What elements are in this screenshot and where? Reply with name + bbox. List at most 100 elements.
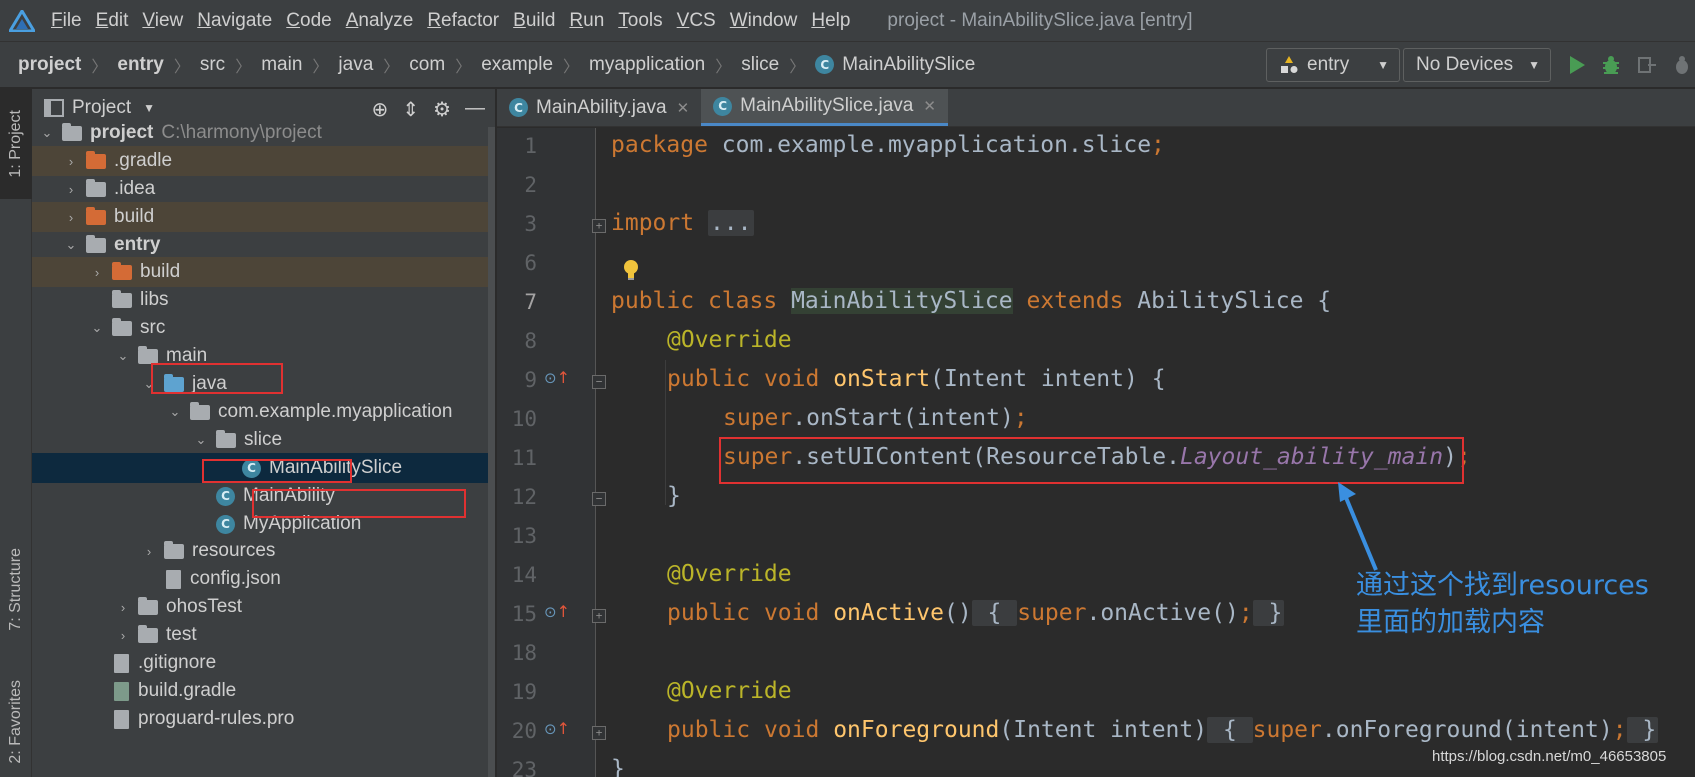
- tree-item-entry[interactable]: ⌄ entry: [32, 230, 495, 260]
- breadcrumb-entry[interactable]: entry: [117, 54, 163, 76]
- code-line-3: import ...: [611, 210, 754, 236]
- tool-tab-project[interactable]: 1: Project: [0, 89, 32, 199]
- chevron-right-icon[interactable]: ›: [140, 544, 158, 559]
- tree-item-build-gradle[interactable]: build.gradle: [32, 676, 495, 706]
- tree-item-src[interactable]: ⌄ src: [32, 313, 495, 343]
- annotation-note: 通过这个找到resources 里面的加载内容: [1356, 567, 1649, 641]
- tree-item-build[interactable]: › build: [32, 202, 495, 232]
- code-class-name: MainAbilitySlice: [791, 288, 1013, 314]
- folder-icon: [86, 150, 106, 169]
- menu-build[interactable]: Build: [506, 10, 562, 32]
- menu-tools[interactable]: Tools: [611, 10, 669, 32]
- class-icon: C: [216, 514, 235, 534]
- close-icon[interactable]: ✕: [923, 97, 936, 115]
- breadcrumb-example[interactable]: example: [481, 54, 553, 76]
- code-punct: ;: [1612, 717, 1627, 743]
- close-icon[interactable]: ✕: [677, 99, 690, 117]
- chevron-right-icon[interactable]: ›: [114, 628, 132, 643]
- menu-refactor[interactable]: Refactor: [420, 10, 506, 32]
- fold-expand-icon[interactable]: +: [592, 726, 606, 740]
- code-keyword: public: [667, 600, 751, 626]
- chevron-down-icon[interactable]: ⌄: [38, 125, 56, 141]
- folded-imports[interactable]: ...: [707, 210, 754, 236]
- device-select[interactable]: No Devices ▼: [1403, 48, 1551, 82]
- breadcrumb-main[interactable]: main: [261, 54, 302, 76]
- tab-mainabilityslice[interactable]: C MainAbilitySlice.java ✕: [701, 89, 948, 126]
- watermark: https://blog.csdn.net/m0_46653805: [1432, 748, 1667, 765]
- fold-end-icon[interactable]: −: [592, 492, 606, 506]
- tool-tab-favorites[interactable]: 2: Favorites: [0, 667, 32, 777]
- breadcrumb-current-class[interactable]: MainAbilitySlice: [842, 54, 975, 76]
- tree-item-slice[interactable]: ⌄ slice: [32, 425, 495, 455]
- tree-item-libs[interactable]: › libs: [32, 285, 495, 315]
- folded-body[interactable]: {: [1207, 717, 1253, 743]
- chevron-down-icon[interactable]: ⌄: [192, 432, 210, 448]
- tool-tab-structure[interactable]: 7: Structure: [0, 529, 32, 649]
- tree-item-idea[interactable]: › .idea: [32, 174, 495, 204]
- caret-down-icon[interactable]: ▼: [143, 101, 155, 115]
- attach-debugger-icon[interactable]: [1634, 52, 1660, 78]
- code-keyword: extends: [1026, 288, 1124, 314]
- tree-item-gradle[interactable]: › .gradle: [32, 146, 495, 176]
- project-panel-scrollbar[interactable]: [488, 127, 495, 777]
- folded-body[interactable]: {: [971, 600, 1018, 626]
- profiler-icon[interactable]: [1669, 52, 1695, 78]
- project-panel-title[interactable]: Project: [72, 97, 131, 119]
- menu-help[interactable]: Help: [804, 10, 857, 32]
- chevron-down-icon[interactable]: ⌄: [114, 348, 132, 364]
- code-annotation: @Override: [667, 678, 792, 704]
- menu-vcs[interactable]: VCS: [670, 10, 723, 32]
- chevron-right-icon[interactable]: ›: [62, 182, 80, 197]
- tree-item-label: ohosTest: [166, 596, 243, 617]
- folder-icon: [138, 624, 158, 643]
- tree-item-test[interactable]: › test: [32, 620, 495, 650]
- menu-edit[interactable]: Edit: [89, 10, 136, 32]
- debug-icon[interactable]: [1598, 52, 1624, 78]
- tree-item-project[interactable]: ⌄ project C:\harmony\project: [32, 118, 495, 148]
- breadcrumb-com[interactable]: com: [409, 54, 445, 76]
- tree-item-proguard[interactable]: proguard-rules.pro: [32, 704, 495, 734]
- chevron-right-icon[interactable]: ›: [62, 154, 80, 169]
- lightbulb-icon[interactable]: [622, 258, 640, 282]
- chevron-down-icon[interactable]: ⌄: [62, 237, 80, 253]
- breadcrumb-project[interactable]: project: [18, 54, 81, 76]
- menu-window[interactable]: Window: [723, 10, 805, 32]
- run-config-select[interactable]: entry ▼: [1266, 48, 1400, 82]
- code-annotation: @Override: [667, 561, 792, 587]
- chevron-down-icon[interactable]: ⌄: [88, 320, 106, 336]
- fold-expand-icon[interactable]: +: [592, 219, 606, 233]
- menu-navigate[interactable]: Navigate: [190, 10, 279, 32]
- tree-item-ohostest[interactable]: › ohosTest: [32, 592, 495, 622]
- breadcrumb-slice[interactable]: slice: [741, 54, 779, 76]
- tree-item-entry-build[interactable]: › build: [32, 257, 495, 287]
- tree-item-config-json[interactable]: config.json: [32, 564, 495, 594]
- line-number: 2: [524, 173, 537, 197]
- override-icon[interactable]: ⊙↑: [544, 602, 570, 621]
- tree-item-label: .idea: [114, 178, 156, 199]
- breadcrumb-java[interactable]: java: [338, 54, 373, 76]
- tree-item-label: config.json: [190, 568, 281, 589]
- menu-view[interactable]: View: [135, 10, 190, 32]
- highlight-box-java: [151, 363, 283, 394]
- override-icon[interactable]: ⊙↑: [544, 719, 570, 738]
- tree-item-resources[interactable]: › resources: [32, 536, 495, 566]
- menu-analyze[interactable]: Analyze: [339, 10, 421, 32]
- tree-item-package[interactable]: ⌄ com.example.myapplication: [32, 397, 495, 427]
- menu-code[interactable]: Code: [279, 10, 338, 32]
- fold-expand-icon[interactable]: +: [592, 609, 606, 623]
- chevron-down-icon[interactable]: ⌄: [166, 404, 184, 420]
- fold-collapse-icon[interactable]: −: [592, 375, 606, 389]
- override-icon[interactable]: ⊙↑: [544, 368, 570, 387]
- menu-file[interactable]: File: [44, 10, 89, 32]
- chevron-right-icon[interactable]: ›: [88, 265, 106, 280]
- folded-body-end[interactable]: }: [1626, 717, 1659, 743]
- tab-mainability[interactable]: C MainAbility.java ✕: [497, 89, 701, 126]
- folded-body-end[interactable]: }: [1252, 600, 1285, 626]
- breadcrumb-myapplication[interactable]: myapplication: [589, 54, 705, 76]
- chevron-right-icon[interactable]: ›: [62, 210, 80, 225]
- menu-run[interactable]: Run: [562, 10, 611, 32]
- run-icon[interactable]: [1564, 52, 1590, 78]
- breadcrumb-src[interactable]: src: [200, 54, 225, 76]
- tree-item-gitignore[interactable]: .gitignore: [32, 648, 495, 678]
- chevron-right-icon[interactable]: ›: [114, 600, 132, 615]
